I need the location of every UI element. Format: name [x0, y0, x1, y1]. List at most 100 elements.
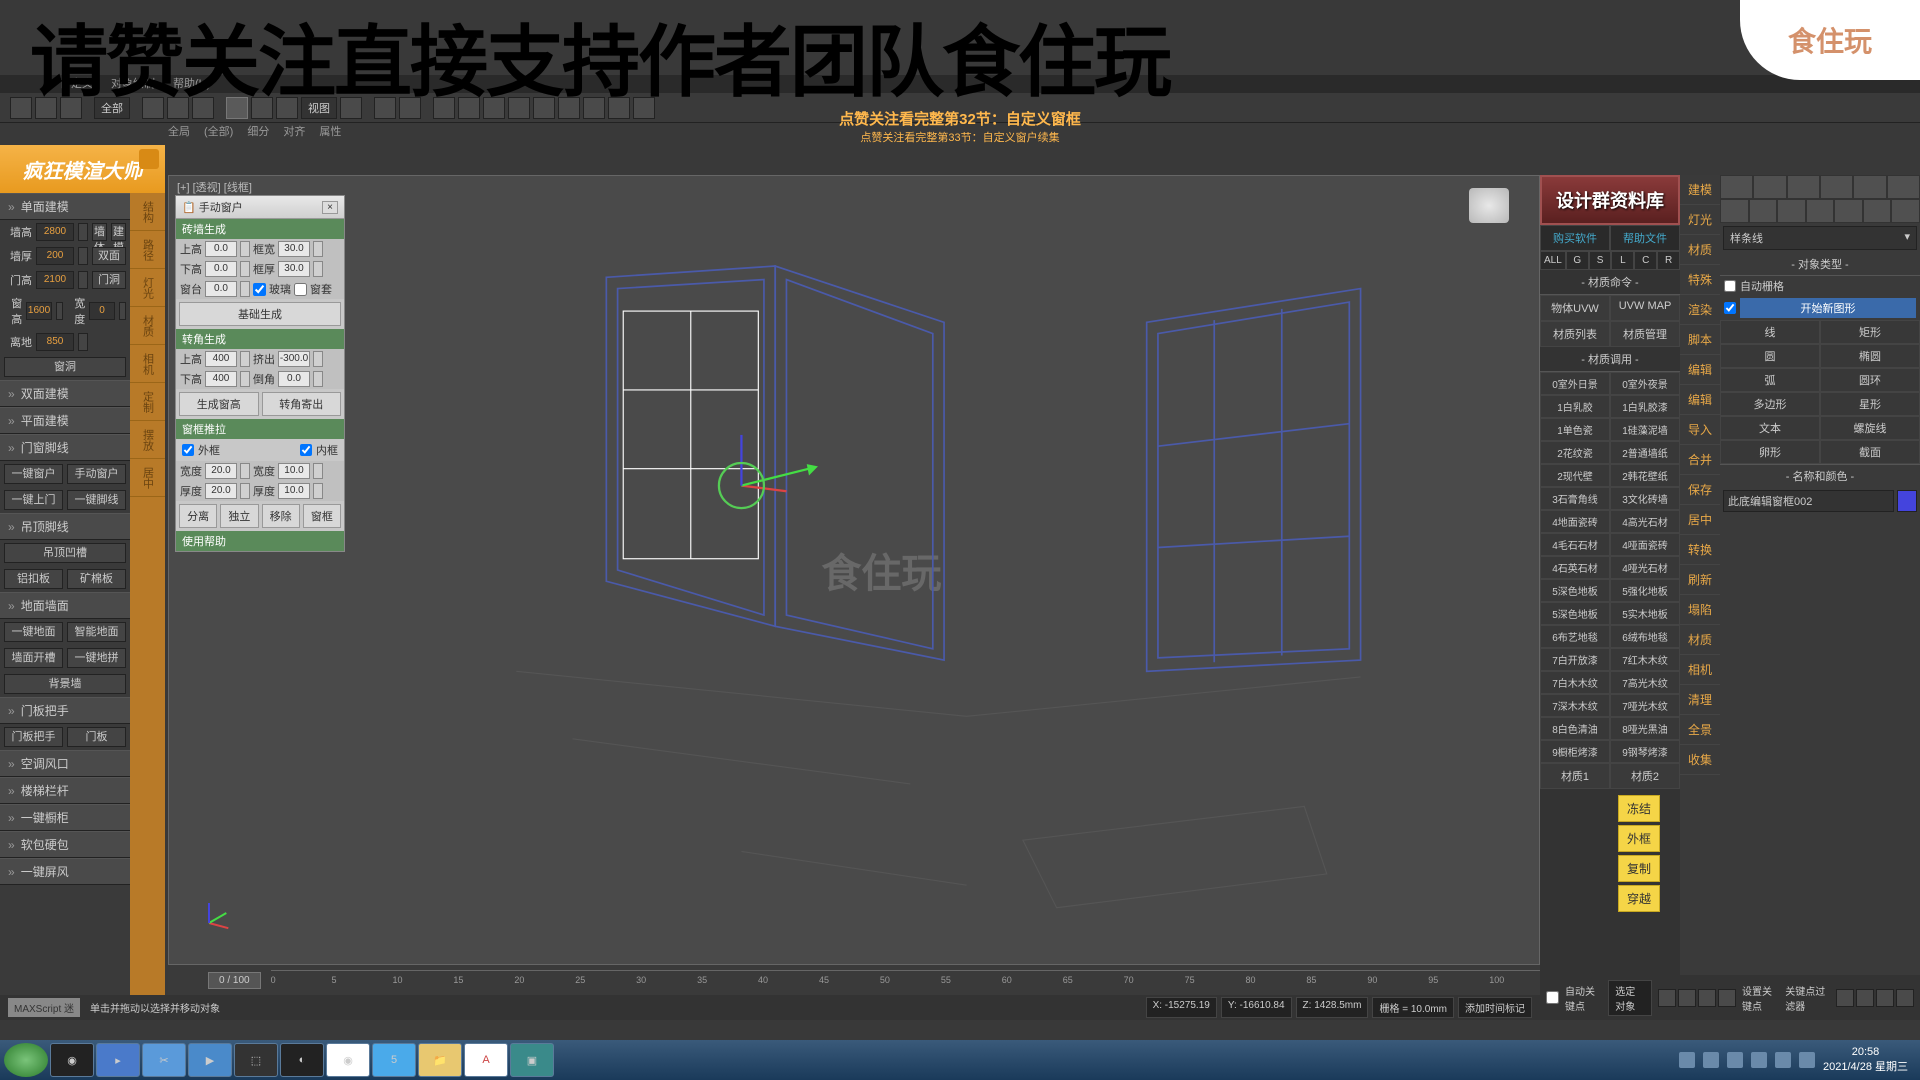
manual-window-button[interactable]: 手动窗户 [67, 464, 126, 484]
material-item[interactable]: 4地面瓷砖 [1540, 510, 1610, 533]
sill-input[interactable]: 0.0 [205, 281, 237, 297]
filter-r[interactable]: R [1657, 251, 1680, 270]
taskbar-app-8[interactable]: 5 [372, 1043, 416, 1077]
play-icon[interactable] [1678, 989, 1696, 1007]
object-type-button[interactable]: 椭圆 [1820, 344, 1920, 368]
outer-frame-check[interactable] [182, 444, 194, 456]
taskbar-autocad[interactable]: A [464, 1043, 508, 1077]
auto-door-button[interactable]: 一键上门 [4, 490, 63, 510]
start-new-shape[interactable]: 开始新图形 [1740, 298, 1916, 318]
taskbar-app-5[interactable]: ⬚ [234, 1043, 278, 1077]
filter-all[interactable]: ALL [1540, 251, 1566, 270]
ground-dist-input[interactable]: 850 [36, 333, 74, 351]
corner-top-input[interactable]: 400 [205, 351, 237, 367]
nav-item[interactable]: 收集 [1680, 745, 1720, 775]
section-floor-wall[interactable]: 地面墙面 [0, 592, 130, 619]
window-hole-button[interactable]: 窗洞 [4, 357, 126, 377]
manual-window-dialog[interactable]: 📋 手动窗户 × 砖墙生成 上高0.0框宽30.0 下高0.0框厚30.0 窗台… [175, 195, 345, 552]
outer-width-input[interactable]: 20.0 [205, 463, 237, 479]
object-type-button[interactable]: 线 [1720, 320, 1820, 344]
section-ac-vent[interactable]: 空调风口 [0, 750, 130, 777]
top-height-input[interactable]: 0.0 [205, 241, 237, 257]
material-item[interactable]: 5深色地板 [1540, 602, 1610, 625]
material-item[interactable]: 1白乳胶 [1540, 395, 1610, 418]
section-door-window[interactable]: 门窗脚线 [0, 434, 130, 461]
tray-volume-icon[interactable] [1775, 1052, 1791, 1068]
model-button[interactable]: 建模 [111, 223, 126, 241]
obj-uvw-button[interactable]: 物体UVW [1540, 295, 1610, 321]
chamfer-input[interactable]: 0.0 [278, 371, 310, 387]
spinner-icon[interactable] [313, 241, 323, 257]
tray-icon-2[interactable] [1703, 1052, 1719, 1068]
spinner-icon[interactable] [313, 351, 323, 367]
object-type-button[interactable]: 星形 [1820, 392, 1920, 416]
outer-frame-button[interactable]: 外框 [1618, 825, 1660, 852]
spinner-icon[interactable] [78, 333, 88, 351]
inner-thick-input[interactable]: 10.0 [278, 483, 310, 499]
section-screen[interactable]: 一键屏风 [0, 858, 130, 885]
tray-icon-1[interactable] [1679, 1052, 1695, 1068]
double-button[interactable]: 双面 [92, 247, 126, 265]
taskbar-app-4[interactable]: ▶ [188, 1043, 232, 1077]
coord-y[interactable]: Y: -16610.84 [1221, 997, 1292, 1018]
material-item[interactable]: 1白乳胶漆 [1610, 395, 1680, 418]
spinner-icon[interactable] [240, 371, 250, 387]
base-generate-button[interactable]: 基础生成 [179, 302, 341, 326]
windows-taskbar[interactable]: ◉ ▸ ✂ ▶ ⬚ ◐ ◉ 5 📁 A ▣ 20:58 2021/4/28 星期… [0, 1040, 1920, 1080]
taskbar-3dsmax[interactable]: ▣ [510, 1043, 554, 1077]
auto-grid-check[interactable] [1724, 280, 1736, 292]
material-item[interactable]: 3石膏角线 [1540, 487, 1610, 510]
material-item[interactable]: 2普通墙纸 [1610, 441, 1680, 464]
section-help[interactable]: 使用帮助 [176, 531, 344, 551]
nav-item[interactable]: 渲染 [1680, 295, 1720, 325]
tab-global[interactable]: 全局 [168, 123, 190, 141]
material-item[interactable]: 6绒布地毯 [1610, 625, 1680, 648]
window-height-input[interactable]: 1600 [26, 302, 52, 320]
mat-manage-button[interactable]: 材质管理 [1610, 321, 1680, 347]
tab-all[interactable]: (全部) [204, 123, 233, 141]
nav-item[interactable]: 转换 [1680, 535, 1720, 565]
object-type-button[interactable]: 截面 [1820, 440, 1920, 464]
helpers-icon[interactable] [1834, 199, 1863, 223]
taskbar-explorer[interactable]: 📁 [418, 1043, 462, 1077]
spinner-icon[interactable] [78, 271, 88, 289]
independent-button[interactable]: 独立 [220, 504, 258, 528]
door-panel-button[interactable]: 门板 [67, 727, 126, 747]
inner-width-input[interactable]: 10.0 [278, 463, 310, 479]
nav-item[interactable]: 清理 [1680, 685, 1720, 715]
spinner-icon[interactable] [56, 302, 63, 320]
coord-x[interactable]: X: -15275.19 [1146, 997, 1217, 1018]
material-1-button[interactable]: 材质1 [1540, 763, 1610, 789]
material-item[interactable]: 2花纹瓷 [1540, 441, 1610, 464]
undo-icon[interactable] [10, 97, 32, 119]
nav-item[interactable]: 脚本 [1680, 325, 1720, 355]
amber-camera[interactable]: 相机 [130, 345, 165, 383]
filter-g[interactable]: G [1566, 251, 1589, 270]
maximize-icon[interactable] [1896, 989, 1914, 1007]
taskbar-clock[interactable]: 20:58 2021/4/28 星期三 [1823, 1046, 1908, 1074]
uvw-map-button[interactable]: UVW MAP [1610, 295, 1680, 321]
amber-place[interactable]: 摆放 [130, 421, 165, 459]
material-item[interactable]: 9橱柜烤漆 [1540, 740, 1610, 763]
display-tab-icon[interactable] [1853, 175, 1886, 199]
material-item[interactable]: 4石英石材 [1540, 556, 1610, 579]
nav-item[interactable]: 刷新 [1680, 565, 1720, 595]
prev-key-icon[interactable] [1658, 989, 1676, 1007]
goto-end-icon[interactable] [1718, 989, 1736, 1007]
object-type-button[interactable]: 卵形 [1720, 440, 1820, 464]
timeline[interactable]: 0 / 100 05101520253035404550556065707580… [168, 965, 1540, 995]
new-shape-check[interactable] [1724, 302, 1736, 314]
close-icon[interactable]: × [322, 201, 338, 214]
section-soft-hard[interactable]: 软包硬包 [0, 831, 130, 858]
color-swatch[interactable] [1897, 490, 1917, 512]
bg-wall-button[interactable]: 背景墙 [4, 674, 126, 694]
spinner-icon[interactable] [240, 241, 250, 257]
tab-props[interactable]: 属性 [319, 123, 341, 141]
taskbar-app-6[interactable]: ◐ [280, 1043, 324, 1077]
material-item[interactable]: 5实木地板 [1610, 602, 1680, 625]
geometry-icon[interactable] [1720, 199, 1749, 223]
utilities-tab-icon[interactable] [1887, 175, 1920, 199]
spacewarps-icon[interactable] [1863, 199, 1892, 223]
taskbar-app-1[interactable]: ◉ [50, 1043, 94, 1077]
coord-z[interactable]: Z: 1428.5mm [1296, 997, 1369, 1018]
